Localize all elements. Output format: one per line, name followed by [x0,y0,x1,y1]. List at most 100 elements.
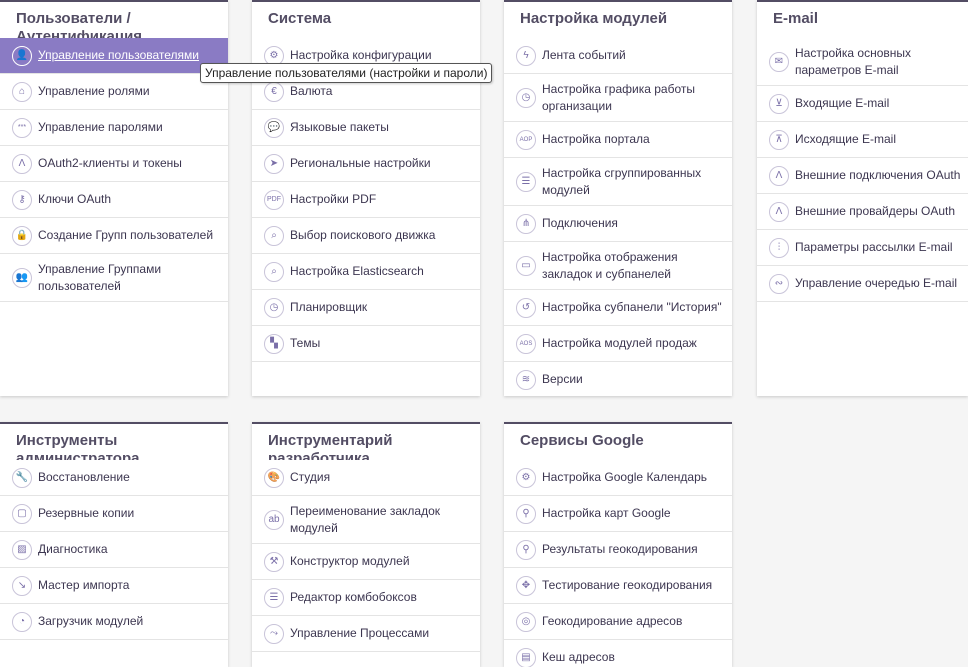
item-user-management[interactable]: 👤 Управление пользователями [0,38,228,74]
item-create-user-groups[interactable]: 🔒 Создание Групп пользователей [0,218,228,254]
sliders-icon: ☰ [516,171,536,192]
item-campaign-email-settings[interactable]: ⫶ Параметры рассылки E-mail [757,230,968,266]
admin-panel-grid: Пользователи / Аутентификация 👤 Управлен… [0,0,968,667]
item-themes[interactable]: ▚ Темы [252,326,480,362]
item-manage-user-groups[interactable]: 👥 Управление Группами пользователей [0,254,228,302]
item-label: Темы [290,336,321,350]
item-dropdown-editor[interactable]: ☰ Редактор комбобоксов [252,580,480,616]
item-label: Мастер импорта [38,578,130,592]
item-grouped-modules[interactable]: ☰ Настройка сгруппированных модулей [504,158,732,206]
item-label: Геокодирование адресов [542,614,683,628]
panel-google: Сервисы Google ⚙ Настройка Google Календ… [504,422,732,667]
panel-title-google: Сервисы Google [520,432,644,449]
item-oauth-keys[interactable]: ⚷ Ключи OAuth [0,182,228,218]
map-pin-icon: ⚲ [516,503,536,524]
item-workflow-manager[interactable]: ⤳ Управление Процессами [252,616,480,652]
panel-title-admin-tools: Инструменты администратора [16,432,140,460]
item-connectors[interactable]: ⋔ Подключения [504,206,732,242]
elasticsearch-icon: ⌕ [264,261,284,282]
item-label: Исходящие E-mail [795,132,896,146]
item-backups[interactable]: ▢ Резервные копии [0,496,228,532]
oauth-icon: Λ [769,201,789,222]
aos-icon: AOS [516,333,536,354]
item-password-management[interactable]: *** Управление паролями [0,110,228,146]
map-pin-icon: ⚲ [516,539,536,560]
item-pdf-settings[interactable]: PDF Настройки PDF [252,182,480,218]
item-history-subpanel[interactable]: ↺ Настройка субпанели "История" [504,290,732,326]
rename-icon: ab [264,509,284,530]
item-label: Настройка сгруппированных модулей [542,165,702,197]
clock-icon: ◷ [264,297,284,318]
palette-icon: 🎨 [264,467,284,488]
item-label: Настройка графика работы организации [542,81,695,113]
item-label: Управление паролями [38,120,163,134]
item-label: Настройка субпанели "История" [542,300,722,314]
panel-title-users: Пользователи / Аутентификация [16,10,143,38]
item-label: Тестирование геокодирования [542,578,713,592]
builder-icon: ⚒ [264,551,284,572]
loader-icon: ◔ [12,611,32,632]
item-label: Настройка основных параметров E-mail [795,45,912,77]
item-scheduler[interactable]: ◷ Планировщик [252,290,480,326]
item-label: Настройка отображения закладок и субпане… [542,249,678,281]
item-language-packs[interactable]: 💬 Языковые пакеты [252,110,480,146]
item-releases[interactable]: ≋ Версии [504,362,732,396]
item-label: Управление ролями [38,84,150,98]
item-label: Региональные настройки [290,156,431,170]
item-inbound-email[interactable]: ⊻ Входящие E-mail [757,86,968,122]
item-rename-modules[interactable]: ab Переименование закладок модулей [252,496,480,544]
panel-admin-tools: Инструменты администратора 🔧 Восстановле… [0,422,228,667]
item-label: Конструктор модулей [290,554,410,568]
item-repair[interactable]: 🔧 Восстановление [0,460,228,496]
lightning-icon: ϟ [516,45,536,66]
item-google-calendar[interactable]: ⚙ Настройка Google Календарь [504,460,732,496]
cache-icon: ▤ [516,647,536,667]
pdf-icon: PDF [264,189,284,210]
item-import-wizard[interactable]: ↘ Мастер импорта [0,568,228,604]
item-business-hours[interactable]: ◷ Настройка графика работы организации [504,74,732,122]
panel-system: Система ⚙ Настройка конфигурации € Валют… [252,0,480,396]
item-geocoding-results[interactable]: ⚲ Результаты геокодирования [504,532,732,568]
expand-icon: ✥ [516,575,536,596]
key-icon: ⚷ [12,189,32,210]
item-oauth2-clients[interactable]: Λ OAuth2-клиенты и токены [0,146,228,182]
import-icon: ↘ [12,575,32,596]
item-geocode-addresses[interactable]: ◎ Геокодирование адресов [504,604,732,640]
item-label: OAuth2-клиенты и токены [38,156,182,170]
item-email-settings[interactable]: ✉ Настройка основных параметров E-mail [757,38,968,86]
item-studio[interactable]: 🎨 Студия [252,460,480,496]
item-label: Настройка конфигурации [290,48,432,62]
item-address-cache[interactable]: ▤ Кеш адресов [504,640,732,667]
dropdown-editor-icon: ☰ [264,587,284,608]
item-diagnostics[interactable]: ▨ Диагностика [0,532,228,568]
item-role-management[interactable]: ⌂ Управление ролями [0,74,228,110]
panel-dev-tools: Инструментарий разработчика 🎨 Студия ab … [252,422,480,667]
item-search-engine[interactable]: ⌕ Выбор поискового движка [252,218,480,254]
item-locale[interactable]: ➤ Региональные настройки [252,146,480,182]
item-activity-stream[interactable]: ϟ Лента событий [504,38,732,74]
item-module-builder[interactable]: ⚒ Конструктор модулей [252,544,480,580]
share-icon: ⋔ [516,213,536,234]
navigation-icon: ➤ [264,153,284,174]
item-sales-modules[interactable]: AOS Настройка модулей продаж [504,326,732,362]
item-portal-settings[interactable]: AOP Настройка портала [504,122,732,158]
item-elasticsearch[interactable]: ⌕ Настройка Elasticsearch [252,254,480,290]
item-outbound-email[interactable]: ⊼ Исходящие E-mail [757,122,968,158]
item-external-oauth-connections[interactable]: Λ Внешние подключения OAuth [757,158,968,194]
item-external-oauth-providers[interactable]: Λ Внешние провайдеры OAuth [757,194,968,230]
password-icon: *** [12,117,32,138]
item-tabs-subpanels[interactable]: ▭ Настройка отображения закладок и субпа… [504,242,732,290]
item-email-queue[interactable]: ∾ Управление очередью E-mail [757,266,968,302]
item-module-loader[interactable]: ◔ Загрузчик модулей [0,604,228,640]
panel-title-system: Система [268,10,332,27]
history-icon: ↺ [516,297,536,318]
panel-title-modules: Настройка модулей [520,10,668,27]
item-label: Студия [290,470,331,484]
item-google-maps[interactable]: ⚲ Настройка карт Google [504,496,732,532]
item-label: Создание Групп пользователей [38,228,214,242]
versions-icon: ≋ [516,369,536,390]
item-geocoding-test[interactable]: ✥ Тестирование геокодирования [504,568,732,604]
panel-title-email: E-mail [773,10,819,27]
item-label: Языковые пакеты [290,120,389,134]
item-label: Внешние провайдеры OAuth [795,204,956,218]
